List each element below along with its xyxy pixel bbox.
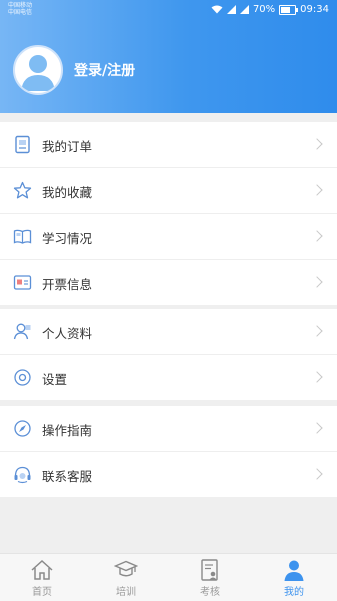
status-bar: 中国移动 中国电信 70% 09:34 [0, 0, 337, 22]
carrier-info: 中国移动 中国电信 [8, 2, 32, 16]
settings-icon [14, 369, 31, 386]
menu-item-customer-service[interactable]: 联系客服 [0, 452, 337, 497]
carrier-1: 中国移动 [8, 2, 33, 9]
login-register-link[interactable]: 登录/注册 [74, 60, 135, 80]
tab-label: 培训 [116, 587, 136, 598]
bottom-tab-bar: 首页 培训 考核 我的 [0, 553, 337, 601]
chevron-right-icon [311, 230, 323, 242]
user-icon [284, 560, 304, 581]
default-avatar-icon [21, 55, 55, 91]
chevron-right-icon [311, 276, 323, 288]
wifi-icon [211, 5, 223, 14]
tab-training[interactable]: 培训 [96, 558, 156, 598]
menu-item-guide[interactable]: 操作指南 [0, 406, 337, 452]
status-indicators: 70% 09:34 [211, 4, 329, 15]
tab-label: 首页 [32, 587, 52, 598]
carrier-2: 中国电信 [8, 9, 33, 16]
home-icon [31, 559, 53, 580]
battery-percent: 70% [252, 4, 276, 15]
headset-icon [14, 466, 31, 484]
tab-exam[interactable]: 考核 [180, 558, 240, 598]
signal-icon [226, 5, 236, 14]
menu-label: 设置 [42, 372, 68, 387]
tab-home[interactable]: 首页 [12, 558, 72, 598]
exam-icon [201, 559, 218, 581]
signal-icon-2 [239, 5, 249, 14]
tab-label: 我的 [284, 587, 304, 598]
menu-item-learning-status[interactable]: 学习情况 [0, 214, 337, 260]
chevron-right-icon [311, 184, 323, 196]
menu-item-invoice[interactable]: 开票信息 [0, 260, 337, 305]
menu-item-favorites[interactable]: 我的收藏 [0, 168, 337, 214]
compass-icon [14, 420, 31, 437]
menu-item-orders[interactable]: 我的订单 [0, 122, 337, 168]
menu-label: 操作指南 [42, 423, 93, 438]
order-icon [15, 135, 30, 154]
menu-item-personal-info[interactable]: 个人资料 [0, 309, 337, 355]
menu-label: 开票信息 [42, 277, 93, 292]
person-icon [13, 323, 31, 340]
chevron-right-icon [311, 325, 323, 337]
menu-group-account: 我的订单 我的收藏 学习情况 开票信息 [0, 122, 337, 305]
clock: 09:34 [300, 4, 329, 15]
menu-item-settings[interactable]: 设置 [0, 355, 337, 400]
login-area[interactable]: 登录/注册 [13, 45, 135, 95]
chevron-right-icon [311, 468, 323, 480]
battery-icon [279, 4, 299, 15]
menu-label: 联系客服 [42, 469, 93, 484]
menu-group-profile: 个人资料 设置 [0, 309, 337, 400]
chevron-right-icon [311, 371, 323, 383]
menu-label: 学习情况 [42, 231, 93, 246]
tab-label: 考核 [200, 587, 220, 598]
menu-label: 个人资料 [42, 326, 93, 341]
tab-mine[interactable]: 我的 [264, 558, 324, 598]
menu-label: 我的订单 [42, 139, 93, 154]
graduation-cap-icon [114, 560, 138, 577]
star-icon [13, 181, 32, 199]
avatar[interactable] [13, 45, 63, 95]
menu-label: 我的收藏 [42, 185, 93, 200]
invoice-icon [13, 275, 32, 290]
menu-group-help: 操作指南 联系客服 [0, 406, 337, 497]
chevron-right-icon [311, 138, 323, 150]
book-icon [13, 229, 32, 244]
profile-header: 中国移动 中国电信 70% 09:34 登录/注册 [0, 0, 337, 113]
chevron-right-icon [311, 422, 323, 434]
